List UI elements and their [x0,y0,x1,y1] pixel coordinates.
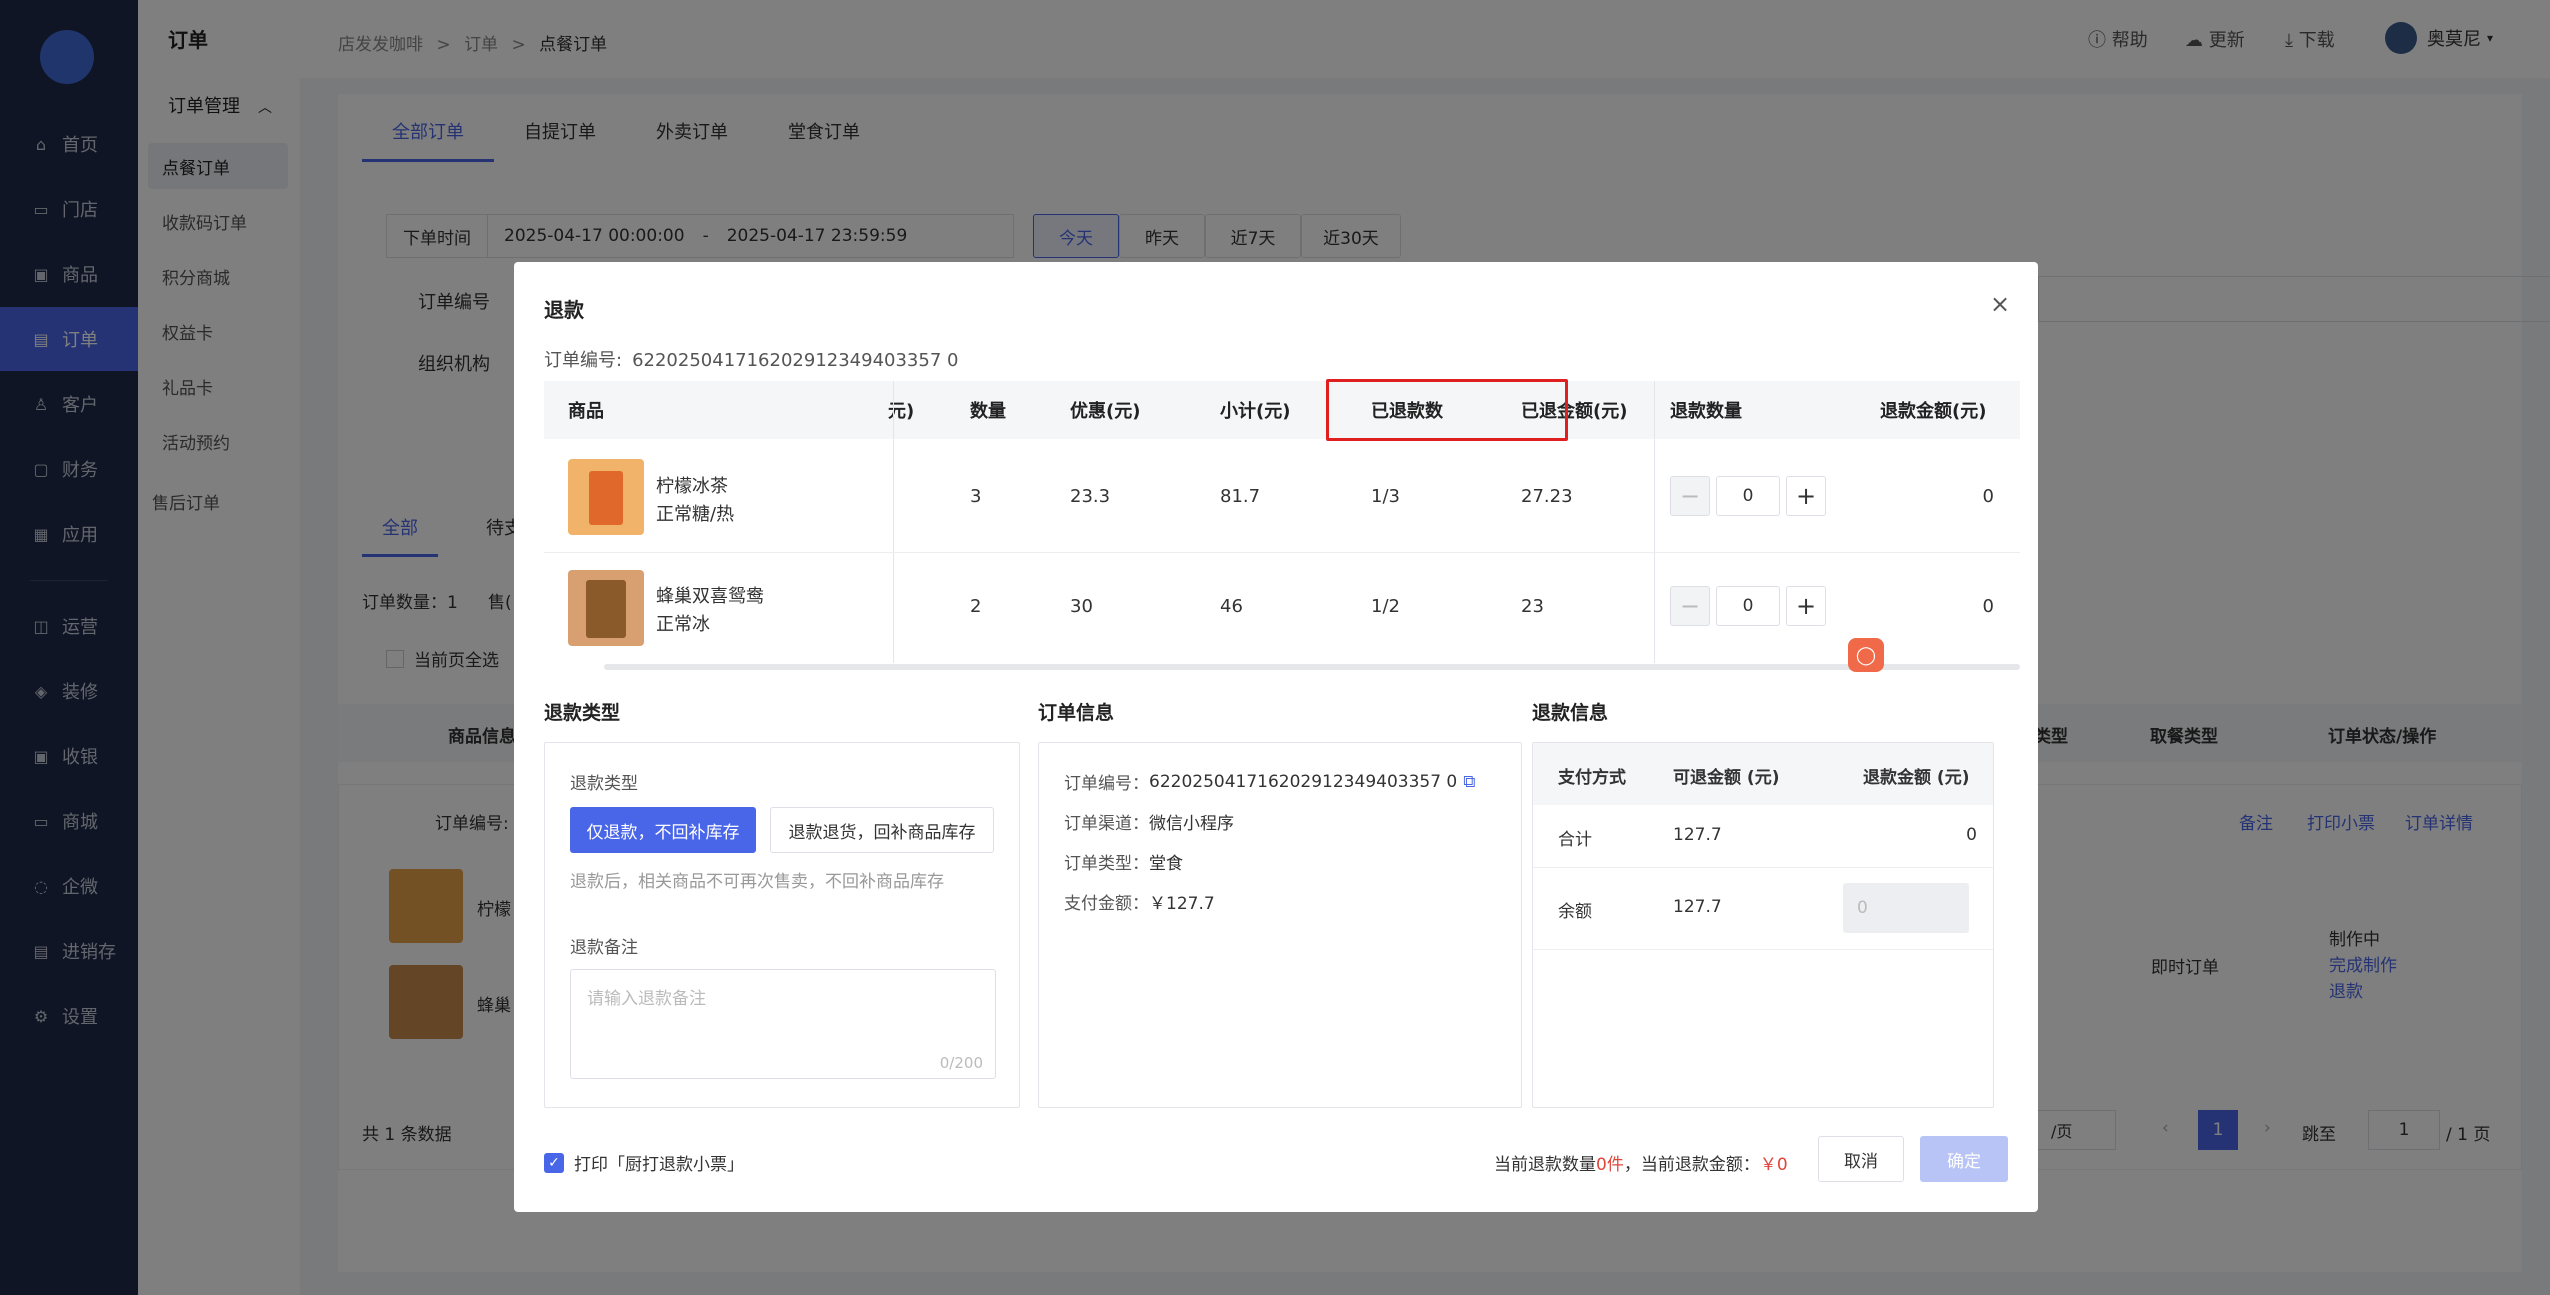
cancel-button[interactable]: 取消 [1818,1136,1904,1182]
total-refundable: 127.7 [1673,825,1722,845]
balance-refund-input[interactable]: 0 [1843,883,1969,933]
col-pay-method: 支付方式 [1558,768,1626,788]
float-search-icon[interactable]: ◯ [1848,638,1884,672]
info-order-no: 订单编号： 622025041716202912349403357 0 ⧉ [1064,771,1476,795]
refund-type-label: 退款类型 [570,774,638,794]
refund-type-panel: 退款类型 仅退款，不回补库存 退款退货，回补商品库存 退款后，相关商品不可再次售… [544,742,1020,1108]
col-refund-amount: 退款金额(元) [1880,401,1987,422]
refunded-amount-value: 23 [1521,596,1544,617]
confirm-button[interactable]: 确定 [1920,1136,2008,1182]
refund-remark-textarea[interactable]: 请输入退款备注 0/200 [570,969,996,1079]
print-kitchen-checkbox[interactable]: ✓ 打印「厨打退款小票」 [544,1150,744,1175]
col-refundable: 可退金额 (元) [1673,768,1780,788]
modal-order-no: 订单编号: 622025041716202912349403357 0 [544,350,959,371]
refund-summary: 当前退款数量0件，当前退款金额：￥0 [1494,1155,1788,1175]
col-price: 元) [888,401,915,422]
total-refund: 0 [1966,825,1977,845]
remark-char-count: 0/200 [939,1054,983,1072]
balance-refundable: 127.7 [1673,897,1722,917]
product-spec: 正常糖/热 [656,504,735,525]
product-name: 蜂巢双喜鸳鸯 [656,586,764,607]
product-name: 柠檬冰茶 [656,476,728,497]
col-product: 商品 [568,401,604,422]
row-divider [544,552,2020,553]
fixed-col-divider [1654,381,1655,663]
discount-value: 30 [1070,596,1093,617]
refund-type-hint: 退款后，相关商品不可再次售卖，不回补商品库存 [570,872,944,892]
product-spec: 正常冰 [656,614,710,635]
refund-qty-input[interactable]: 0 [1716,476,1780,516]
subtotal-value: 81.7 [1220,486,1261,507]
refund-info-panel: 支付方式 可退金额 (元) 退款金额 (元) 合计 127.7 0 余额 127… [1532,742,1994,1108]
refund-modal: 退款 × 订单编号: 622025041716202912349403357 0 … [514,262,2038,1212]
qty-value: 3 [970,486,982,507]
refund-only-option[interactable]: 仅退款，不回补库存 [570,807,756,853]
checkbox-checked-icon: ✓ [544,1152,564,1173]
refund-qty-decrement[interactable]: − [1670,476,1710,516]
col-refund-qty: 退款数量 [1670,401,1742,422]
fixed-col-divider [893,381,894,663]
balance-label: 余额 [1558,902,1592,922]
col-discount: 优惠(元) [1070,401,1141,422]
refunded-count-value: 1/3 [1371,486,1400,507]
col-refund: 退款金额 (元) [1863,768,1970,788]
total-label: 合计 [1558,830,1592,850]
horizontal-scrollbar[interactable] [604,664,2020,670]
refund-remark-label: 退款备注 [570,938,638,958]
col-subtotal: 小计(元) [1220,401,1291,422]
refund-type-section-title: 退款类型 [544,702,621,724]
refunded-amount-value: 27.23 [1521,486,1573,507]
order-info-section-title: 订单信息 [1038,702,1115,724]
modal-title: 退款 [544,298,584,322]
refund-qty-input[interactable]: 0 [1716,586,1780,626]
refund-qty-decrement[interactable]: − [1670,586,1710,626]
refund-qty-increment[interactable]: + [1786,476,1826,516]
refund-qty-increment[interactable]: + [1786,586,1826,626]
col-qty: 数量 [970,401,1006,422]
product-image [568,459,644,535]
qty-value: 2 [970,596,982,617]
refund-amount-value: 0 [1982,486,1994,507]
refunded-count-value: 1/2 [1371,596,1400,617]
info-type: 订单类型：堂食 [1064,854,1183,874]
copy-icon[interactable]: ⧉ [1463,772,1475,792]
refund-return-option[interactable]: 退款退货，回补商品库存 [770,807,994,853]
product-image [568,570,644,646]
discount-value: 23.3 [1070,486,1111,507]
refund-amount-value: 0 [1982,596,1994,617]
remark-placeholder: 请输入退款备注 [587,989,706,1009]
order-info-panel: 订单编号： 622025041716202912349403357 0 ⧉ 订单渠道… [1038,742,1522,1108]
subtotal-value: 46 [1220,596,1243,617]
highlight-box [1326,379,1568,441]
info-pay-amount: 支付金额：￥127.7 [1064,894,1215,914]
row-divider [1533,867,1993,868]
refund-info-section-title: 退款信息 [1532,702,1609,724]
row-divider [1533,949,1993,950]
info-channel: 订单渠道：微信小程序 [1064,814,1234,834]
close-icon[interactable]: × [1990,290,2010,318]
